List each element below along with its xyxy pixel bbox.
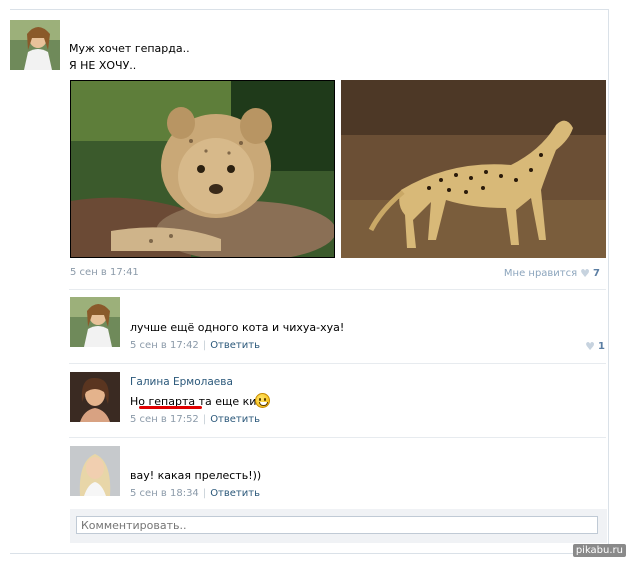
comment-meta: 5 сен в 17:42 | Ответить: [130, 340, 260, 351]
cheetah-cub-photo[interactable]: [70, 80, 335, 258]
bottom-divider: [10, 553, 608, 554]
avatar-photo: [10, 20, 60, 70]
post-text-line-1: Муж хочет гепарда..: [69, 42, 190, 55]
comment-input[interactable]: [76, 516, 598, 534]
comment-divider: [69, 363, 606, 364]
like-count: 7: [593, 268, 600, 279]
comment-box: [70, 509, 607, 543]
reply-link[interactable]: Ответить: [210, 414, 260, 425]
like-count: 1: [598, 341, 605, 352]
comment-date[interactable]: 5 сен в 18:34: [130, 488, 199, 499]
watermark: pikabu.ru: [572, 544, 626, 557]
avatar-photo: [70, 446, 120, 496]
comment-like-button[interactable]: ♥ 1: [585, 340, 605, 353]
reply-link[interactable]: Ответить: [210, 340, 260, 351]
post-text: Муж хочет гепарда.. Я НЕ ХОЧУ..: [69, 40, 190, 74]
comment-avatar-3[interactable]: [70, 446, 120, 496]
top-divider: [10, 9, 608, 10]
comment-author[interactable]: Галина Ермолаева: [130, 376, 233, 388]
avatar-photo: [70, 297, 120, 347]
post-like-button[interactable]: Мне нравится ♥ 7: [504, 267, 600, 280]
cheetah-cub-image: [71, 81, 334, 257]
post-date[interactable]: 5 сен в 17:41: [70, 267, 139, 278]
heart-icon: ♥: [585, 340, 596, 353]
reply-link[interactable]: Ответить: [210, 488, 260, 499]
comment-meta: 5 сен в 18:34 | Ответить: [130, 488, 260, 499]
like-label: Мне нравится: [503, 268, 578, 279]
comment-divider: [69, 289, 606, 290]
comment-meta: 5 сен в 17:52 | Ответить: [130, 414, 260, 425]
comment-date[interactable]: 5 сен в 17:52: [130, 414, 199, 425]
avatar-photo: [70, 372, 120, 422]
post-text-line-2: Я НЕ ХОЧУ..: [69, 59, 137, 72]
smile-emoji-icon: [255, 393, 270, 408]
comment-date[interactable]: 5 сен в 17:42: [130, 340, 199, 351]
red-underline-annotation: [139, 406, 202, 409]
adult-cheetah-image: [341, 80, 606, 258]
comment-text: вау! какая прелесть!)): [130, 469, 262, 482]
post-author-avatar[interactable]: [10, 20, 60, 70]
comment-text: лучше ещё одного кота и чихуа-хуа!: [130, 321, 345, 334]
comment-avatar-2[interactable]: [70, 372, 120, 422]
heart-icon: ♥: [580, 267, 591, 280]
right-border: [608, 9, 609, 554]
comment-divider: [69, 437, 606, 438]
comment-avatar-1[interactable]: [70, 297, 120, 347]
adult-cheetah-photo[interactable]: [341, 80, 606, 258]
